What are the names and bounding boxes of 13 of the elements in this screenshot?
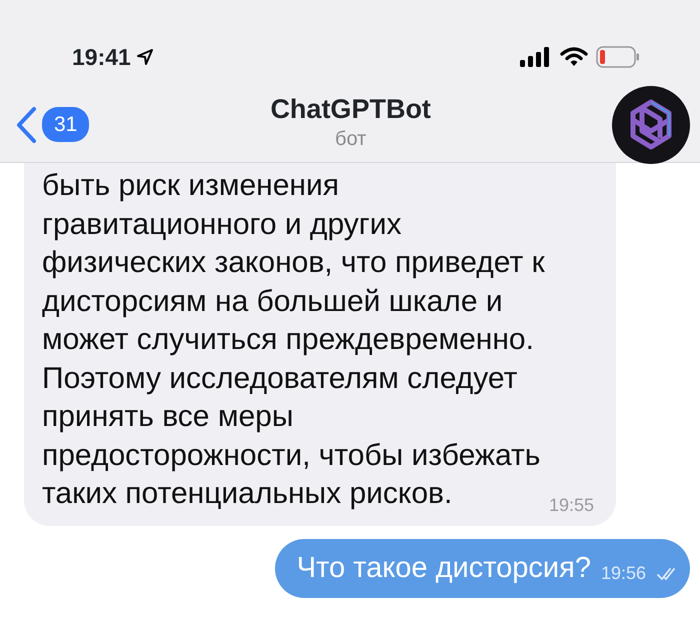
avatar-icon[interactable]: [612, 86, 690, 164]
back-chevron-icon[interactable]: [14, 106, 38, 144]
signal-icon: [520, 47, 552, 67]
chat-title: ChatGPTBot: [270, 94, 431, 124]
message-text: быть риск изменения гравитационного и других физических законов, что приведет к дисторсиям на большей шкале и может случиться преждевременно. Поэтому исследователям следует принять все меры предосторожности, чтобы избежать таких потенциальных рисков.: [42, 168, 545, 512]
wifi-icon: [560, 47, 588, 67]
clock-time: 19:41: [72, 42, 131, 72]
location-arrow-icon: [134, 47, 155, 67]
chat-subtitle: бот: [335, 127, 366, 152]
message-time: 19:55: [548, 496, 594, 514]
message-text: Что такое дисторсия?: [296, 550, 591, 586]
message-time: 19:56: [600, 564, 646, 582]
battery-icon: [596, 46, 640, 68]
